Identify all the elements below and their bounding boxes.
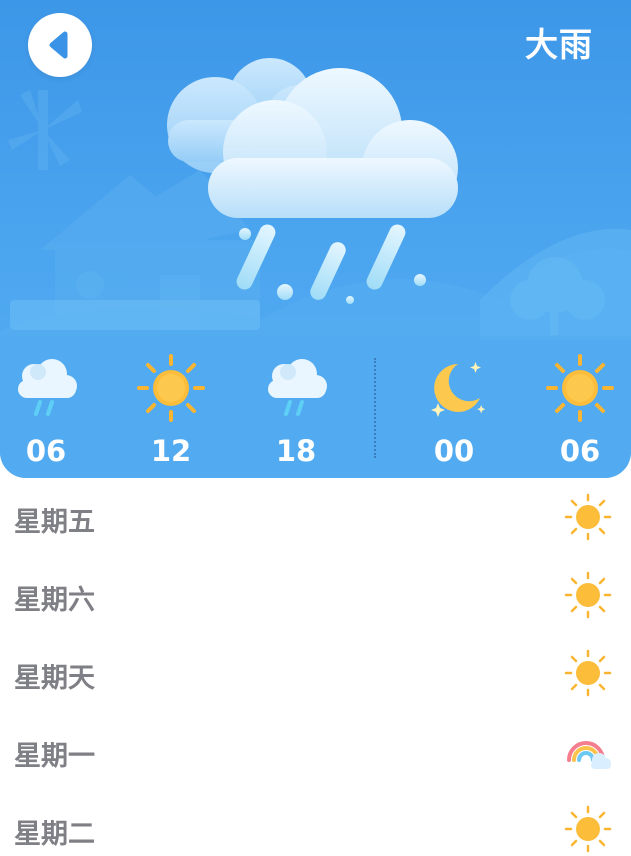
- back-button[interactable]: [28, 13, 92, 77]
- sun-icon: [546, 354, 614, 422]
- hourly-item: 06: [540, 352, 620, 472]
- sun-icon: [564, 493, 612, 541]
- moon-icon: [431, 362, 486, 417]
- condition-title: 大雨: [525, 25, 593, 64]
- rain-cloud-icon: [268, 359, 327, 416]
- day-label: 星期五: [14, 507, 95, 538]
- daily-row[interactable]: 星期一: [0, 712, 631, 790]
- hourly-item: 00: [414, 352, 494, 472]
- daily-row[interactable]: 星期二: [0, 790, 631, 856]
- back-arrow-icon: [49, 31, 68, 59]
- daily-forecast-list: 星期五 星期六 星期天 星期一 星期二: [0, 478, 631, 856]
- rainbow-icon: [567, 741, 611, 769]
- hourly-item: 06: [6, 352, 86, 472]
- heavy-rain-cloud-icon: [167, 58, 458, 304]
- weather-hero: 大雨 06 12 18 00 06: [0, 0, 631, 478]
- hourly-time: 00: [433, 434, 475, 468]
- hourly-time: 12: [150, 434, 192, 468]
- hourly-time: 06: [25, 434, 67, 468]
- day-label: 星期天: [14, 663, 95, 694]
- daily-row[interactable]: 星期五: [0, 478, 631, 556]
- day-label: 星期一: [14, 741, 95, 772]
- sun-icon: [137, 354, 205, 422]
- sun-icon: [564, 805, 612, 853]
- daily-row[interactable]: 星期天: [0, 634, 631, 712]
- sun-icon: [564, 649, 612, 697]
- daily-row[interactable]: 星期六: [0, 556, 631, 634]
- hourly-time: 18: [275, 434, 317, 468]
- day-label: 星期六: [14, 585, 95, 616]
- rain-cloud-icon: [18, 359, 77, 416]
- hourly-forecast: 06 12 18 00 06: [0, 340, 631, 478]
- hourly-item: 12: [131, 352, 211, 472]
- day-night-divider: [374, 358, 376, 458]
- hourly-time: 06: [559, 434, 601, 468]
- hourly-item: 18: [256, 352, 336, 472]
- day-label: 星期二: [14, 819, 95, 850]
- sun-icon: [564, 571, 612, 619]
